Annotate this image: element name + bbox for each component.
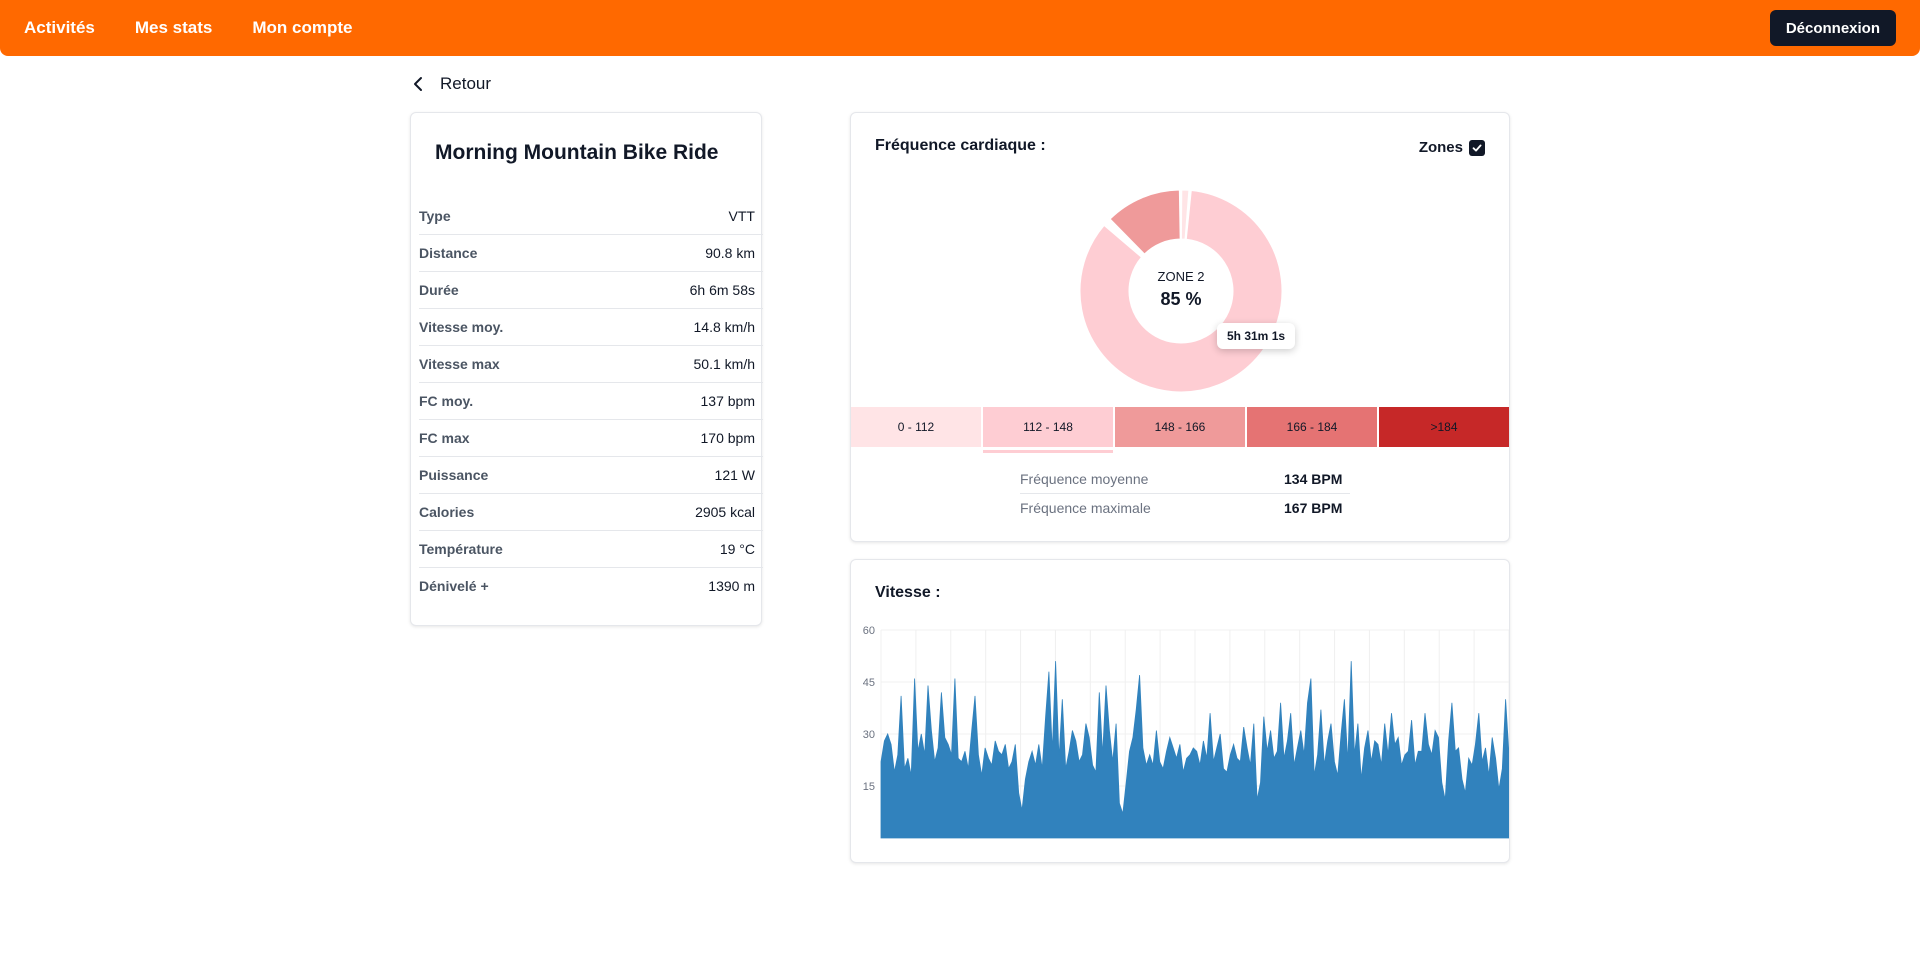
- donut-tooltip: 5h 31m 1s: [1217, 323, 1296, 349]
- nav-link-mes-stats[interactable]: Mes stats: [135, 18, 212, 38]
- hr-stat-label: Fréquence maximale: [1020, 499, 1151, 516]
- detail-label: Puissance: [419, 467, 489, 483]
- donut-svg: [1079, 189, 1283, 393]
- hr-stat-label: Fréquence moyenne: [1020, 471, 1149, 487]
- detail-label: Vitesse moy.: [419, 319, 504, 335]
- detail-value: 1390 m: [708, 578, 755, 594]
- y-tick-label: 45: [863, 677, 875, 689]
- detail-value: 90.8 km: [705, 245, 755, 261]
- detail-label: Durée: [419, 282, 459, 298]
- detail-row: Vitesse max 50.1 km/h: [419, 345, 763, 382]
- hr-stat-row: Fréquence moyenne 134 BPM: [1020, 465, 1350, 493]
- zone-cell[interactable]: 0 - 112: [851, 407, 981, 447]
- zone-cell[interactable]: 112 - 148: [981, 407, 1113, 453]
- detail-value: 6h 6m 58s: [689, 282, 755, 298]
- top-navbar: Activités Mes stats Mon compte Déconnexi…: [0, 0, 1920, 56]
- heart-rate-stats: Fréquence moyenne 134 BPM Fréquence maxima…: [1020, 465, 1350, 521]
- detail-row: Puissance 121 W: [419, 456, 763, 493]
- detail-value: 121 W: [714, 467, 755, 483]
- detail-value: 137 bpm: [700, 393, 755, 409]
- zone-cell-label: 148 - 166: [1154, 420, 1206, 434]
- activity-title: Morning Mountain Bike Ride: [435, 141, 719, 164]
- detail-row: Température 19 °C: [419, 530, 763, 567]
- detail-label: Calories: [419, 504, 475, 520]
- detail-row: Vitesse moy. 14.8 km/h: [419, 308, 763, 345]
- detail-label: FC max: [419, 430, 470, 446]
- detail-value: 2905 kcal: [695, 504, 755, 520]
- zone-cell-label: 166 - 184: [1286, 420, 1338, 434]
- detail-value: 19 °C: [719, 541, 755, 557]
- logout-button[interactable]: Déconnexion: [1769, 10, 1896, 46]
- speed-card: Vitesse : 15 30 45 60: [850, 559, 1510, 863]
- detail-row: FC max 170 bpm: [419, 419, 763, 456]
- detail-row: Type VTT: [419, 197, 763, 234]
- speed-chart: 15 30 45 60: [863, 625, 1509, 839]
- y-tick-label: 30: [863, 729, 875, 741]
- heart-rate-card: Fréquence cardiaque : Zones ZONE 2 85 % …: [850, 112, 1510, 542]
- detail-row: Calories 2905 kcal: [419, 493, 763, 530]
- hr-stat-value: 134 BPM: [1284, 471, 1343, 487]
- heart-rate-zone-bar: 0 - 112 112 - 148 148 - 166 166 - 184 >184: [851, 407, 1509, 453]
- detail-value: 170 bpm: [700, 430, 755, 446]
- detail-value: 14.8 km/h: [693, 319, 755, 335]
- detail-label: Type: [419, 207, 451, 224]
- zone-cell-label: >184: [1430, 420, 1458, 434]
- zone-selected-indicator: [983, 450, 1113, 453]
- zone-cell[interactable]: 148 - 166: [1113, 407, 1245, 447]
- detail-value: VTT: [728, 207, 755, 224]
- nav-link-activites[interactable]: Activités: [24, 18, 95, 38]
- back-link[interactable]: Retour: [412, 72, 491, 96]
- zone-cell-label: 0 - 112: [897, 420, 935, 434]
- donut-center-zone-label: ZONE 2: [1157, 269, 1205, 284]
- detail-label: Dénivelé +: [419, 578, 489, 594]
- detail-row: Distance 90.8 km: [419, 234, 763, 271]
- zone-cell[interactable]: >184: [1377, 407, 1509, 447]
- activity-details-table: Type VTT Distance 90.8 km Durée 6h 6m 58s Vite…: [419, 197, 763, 604]
- detail-label: FC moy.: [419, 393, 474, 409]
- activity-info-card: Morning Mountain Bike Ride Type VTT Distan…: [410, 112, 763, 626]
- nav-link-mon-compte[interactable]: Mon compte: [252, 18, 352, 38]
- detail-label: Vitesse max: [419, 356, 500, 372]
- speed-title: Vitesse :: [875, 584, 941, 601]
- hr-stat-value: 167 BPM: [1284, 499, 1343, 516]
- detail-label: Distance: [419, 245, 478, 261]
- detail-row: Durée 6h 6m 58s: [419, 271, 763, 308]
- zone-cell[interactable]: 166 - 184: [1245, 407, 1377, 447]
- hr-stat-row: Fréquence maximale 167 BPM: [1020, 493, 1350, 521]
- detail-label: Température: [419, 541, 503, 557]
- heart-rate-donut-chart: [851, 113, 1511, 413]
- zone-cell-label: 112 - 148: [1023, 420, 1073, 434]
- donut-center-percent: 85 %: [1160, 289, 1202, 309]
- y-tick-label: 60: [863, 625, 875, 637]
- y-tick-label: 15: [863, 781, 875, 793]
- detail-row: Dénivelé + 1390 m: [419, 567, 763, 604]
- chevron-left-icon: [414, 77, 422, 91]
- back-label: Retour: [440, 74, 492, 93]
- detail-value: 50.1 km/h: [693, 356, 755, 372]
- detail-row: FC moy. 137 bpm: [419, 382, 763, 419]
